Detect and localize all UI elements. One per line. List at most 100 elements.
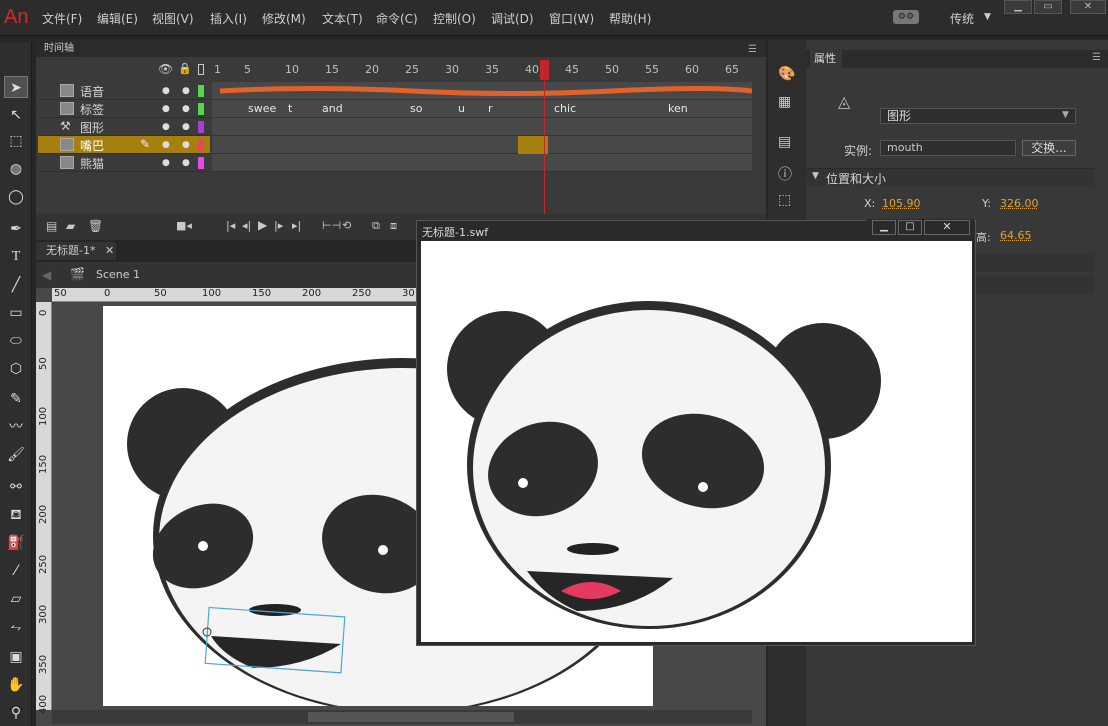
width-tool-icon[interactable]: ⥊ [4,616,28,638]
layer-color-swatch[interactable] [198,139,204,151]
layer-color-swatch[interactable] [198,121,204,133]
maximize-icon[interactable]: ▭ [1034,0,1062,14]
frames-voice[interactable] [212,82,753,100]
y-value[interactable]: 326.00 [1000,197,1039,210]
selection-tool-icon[interactable]: ➤ [4,76,28,98]
free-transform-tool-icon[interactable]: ⬚ [4,130,28,152]
lasso-tool-icon[interactable]: ◯ [4,186,28,208]
layer-mouth[interactable]: 嘴巴 ✎ ● ● [38,136,210,154]
frame-label[interactable]: ken [668,102,688,115]
outline-icon[interactable] [198,64,204,75]
lock-dot[interactable]: ● [182,104,190,114]
height-value[interactable]: 64.65 [1000,229,1032,242]
visibility-dot[interactable]: ● [162,86,170,96]
minimize-icon[interactable]: ▁ [1004,0,1032,14]
menu-modify[interactable]: 修改(M) [262,10,306,27]
symbol-type-select[interactable]: 图形 [880,108,1076,124]
scene-name[interactable]: Scene 1 [96,268,140,281]
layer-panda[interactable]: 熊猫 ● ● [38,154,210,172]
last-frame-icon[interactable]: ▸| [292,219,301,232]
workspace-switcher[interactable]: 传统 [950,10,974,27]
menu-help[interactable]: 帮助(H) [609,10,651,27]
workspace-chevron-icon[interactable]: ▼ [984,12,991,22]
sync-settings-icon[interactable]: ⚙⚙ [893,10,919,24]
first-frame-icon[interactable]: |◂ [226,219,235,232]
frames-labels[interactable]: swee t and so u r chic ken [212,100,752,118]
text-tool-icon[interactable]: T [4,246,28,268]
swf-canvas[interactable] [421,241,972,642]
menu-file[interactable]: 文件(F) [42,10,82,27]
paint-brush-tool-icon[interactable]: 〰 [4,416,28,438]
frame-label[interactable]: so [410,102,422,115]
frame-label[interactable]: t [288,102,292,115]
delete-layer-icon[interactable]: 🗑 [88,219,103,233]
frames-mouth[interactable] [212,136,752,154]
hand-tool-icon[interactable]: ✋ [4,674,28,696]
frame-label[interactable]: swee [248,102,276,115]
visibility-icon[interactable]: 👁 [158,62,173,76]
horizontal-scrollbar[interactable] [52,710,752,724]
polystar-tool-icon[interactable]: ⬡ [4,358,28,380]
brush-tool-icon[interactable]: 🖌 [4,444,28,466]
frame-label[interactable]: and [322,102,343,115]
visibility-dot[interactable]: ● [162,104,170,114]
layer-graphics[interactable]: ⚒ 图形 ● ● [38,118,210,136]
layer-color-swatch[interactable] [198,103,204,115]
close-tab-icon[interactable]: ✕ [105,244,114,257]
menu-view[interactable]: 视图(V) [152,10,194,27]
align-icon[interactable]: ▤ [778,134,791,150]
frame-label[interactable]: chic [554,102,576,115]
layer-color-swatch[interactable] [198,85,204,97]
menu-text[interactable]: 文本(T) [322,10,363,27]
panel-menu-icon[interactable]: ☰ [748,44,757,55]
bone-tool-icon[interactable]: ⚯ [4,476,28,498]
prev-frame-icon[interactable]: ◂| [242,219,251,232]
lock-dot[interactable]: ● [182,122,190,132]
swatches-grid-icon[interactable]: ▦ [778,94,791,110]
loop-icon[interactable]: ⟲ [342,219,351,232]
rectangle-tool-icon[interactable]: ▭ [4,302,28,324]
camera-tool-icon[interactable]: ▣ [4,646,28,668]
line-tool-icon[interactable]: ╱ [4,274,28,296]
3d-rotation-tool-icon[interactable]: ◍ [4,158,28,180]
maximize-icon[interactable]: □ [898,220,922,235]
scrollbar-thumb[interactable] [308,712,514,722]
pencil-icon[interactable]: ✎ [140,137,150,151]
color-palette-icon[interactable]: 🎨 [778,66,795,82]
next-frame-icon[interactable]: |▸ [274,219,283,232]
new-folder-icon[interactable]: ▰ [66,219,75,233]
menu-edit[interactable]: 编辑(E) [97,10,138,27]
layer-color-swatch[interactable] [198,157,204,169]
transform-icon[interactable]: ⬚ [778,192,791,208]
lock-dot[interactable]: ● [182,140,190,150]
playhead-marker[interactable] [540,60,549,80]
subselection-tool-icon[interactable]: ↖ [4,104,28,126]
frames-graphics[interactable] [212,118,752,136]
ink-bottle-tool-icon[interactable]: ⛽ [4,532,28,554]
eraser-tool-icon[interactable]: ▱ [4,588,28,610]
menu-window[interactable]: 窗口(W) [549,10,594,27]
document-tab[interactable]: 无标题-1* ✕ [36,242,116,260]
collapse-arrow-icon[interactable]: ▼ [812,171,819,181]
tab-timeline[interactable]: 时间轴 [36,40,80,57]
close-icon[interactable]: ✕ [924,220,970,235]
back-arrow-icon[interactable]: ◀ [42,268,51,282]
menu-debug[interactable]: 调试(D) [491,10,534,27]
center-frame-icon[interactable]: ⊢⊣ [322,219,341,232]
paint-bucket-tool-icon[interactable]: ⛾ [4,504,28,526]
frames-panda[interactable] [212,154,752,172]
info-icon[interactable]: ⓘ [778,164,792,184]
pencil-tool-icon[interactable]: ✎ [4,388,28,410]
new-layer-icon[interactable]: ▤ [46,219,57,233]
layer-labels[interactable]: 标签 ● ● [38,100,210,118]
pen-tool-icon[interactable]: ✒ [4,218,28,240]
onion-outline-icon[interactable]: ⧈ [390,219,397,233]
visibility-dot[interactable]: ● [162,140,170,150]
visibility-dot[interactable]: ● [162,158,170,168]
close-icon[interactable]: ✕ [1070,0,1106,14]
lock-dot[interactable]: ● [182,86,190,96]
visibility-dot[interactable]: ● [162,122,170,132]
play-icon[interactable]: ▶ [258,218,267,232]
oval-tool-icon[interactable]: ⬭ [4,330,28,352]
panel-menu-icon[interactable]: ☰ [1092,52,1101,63]
